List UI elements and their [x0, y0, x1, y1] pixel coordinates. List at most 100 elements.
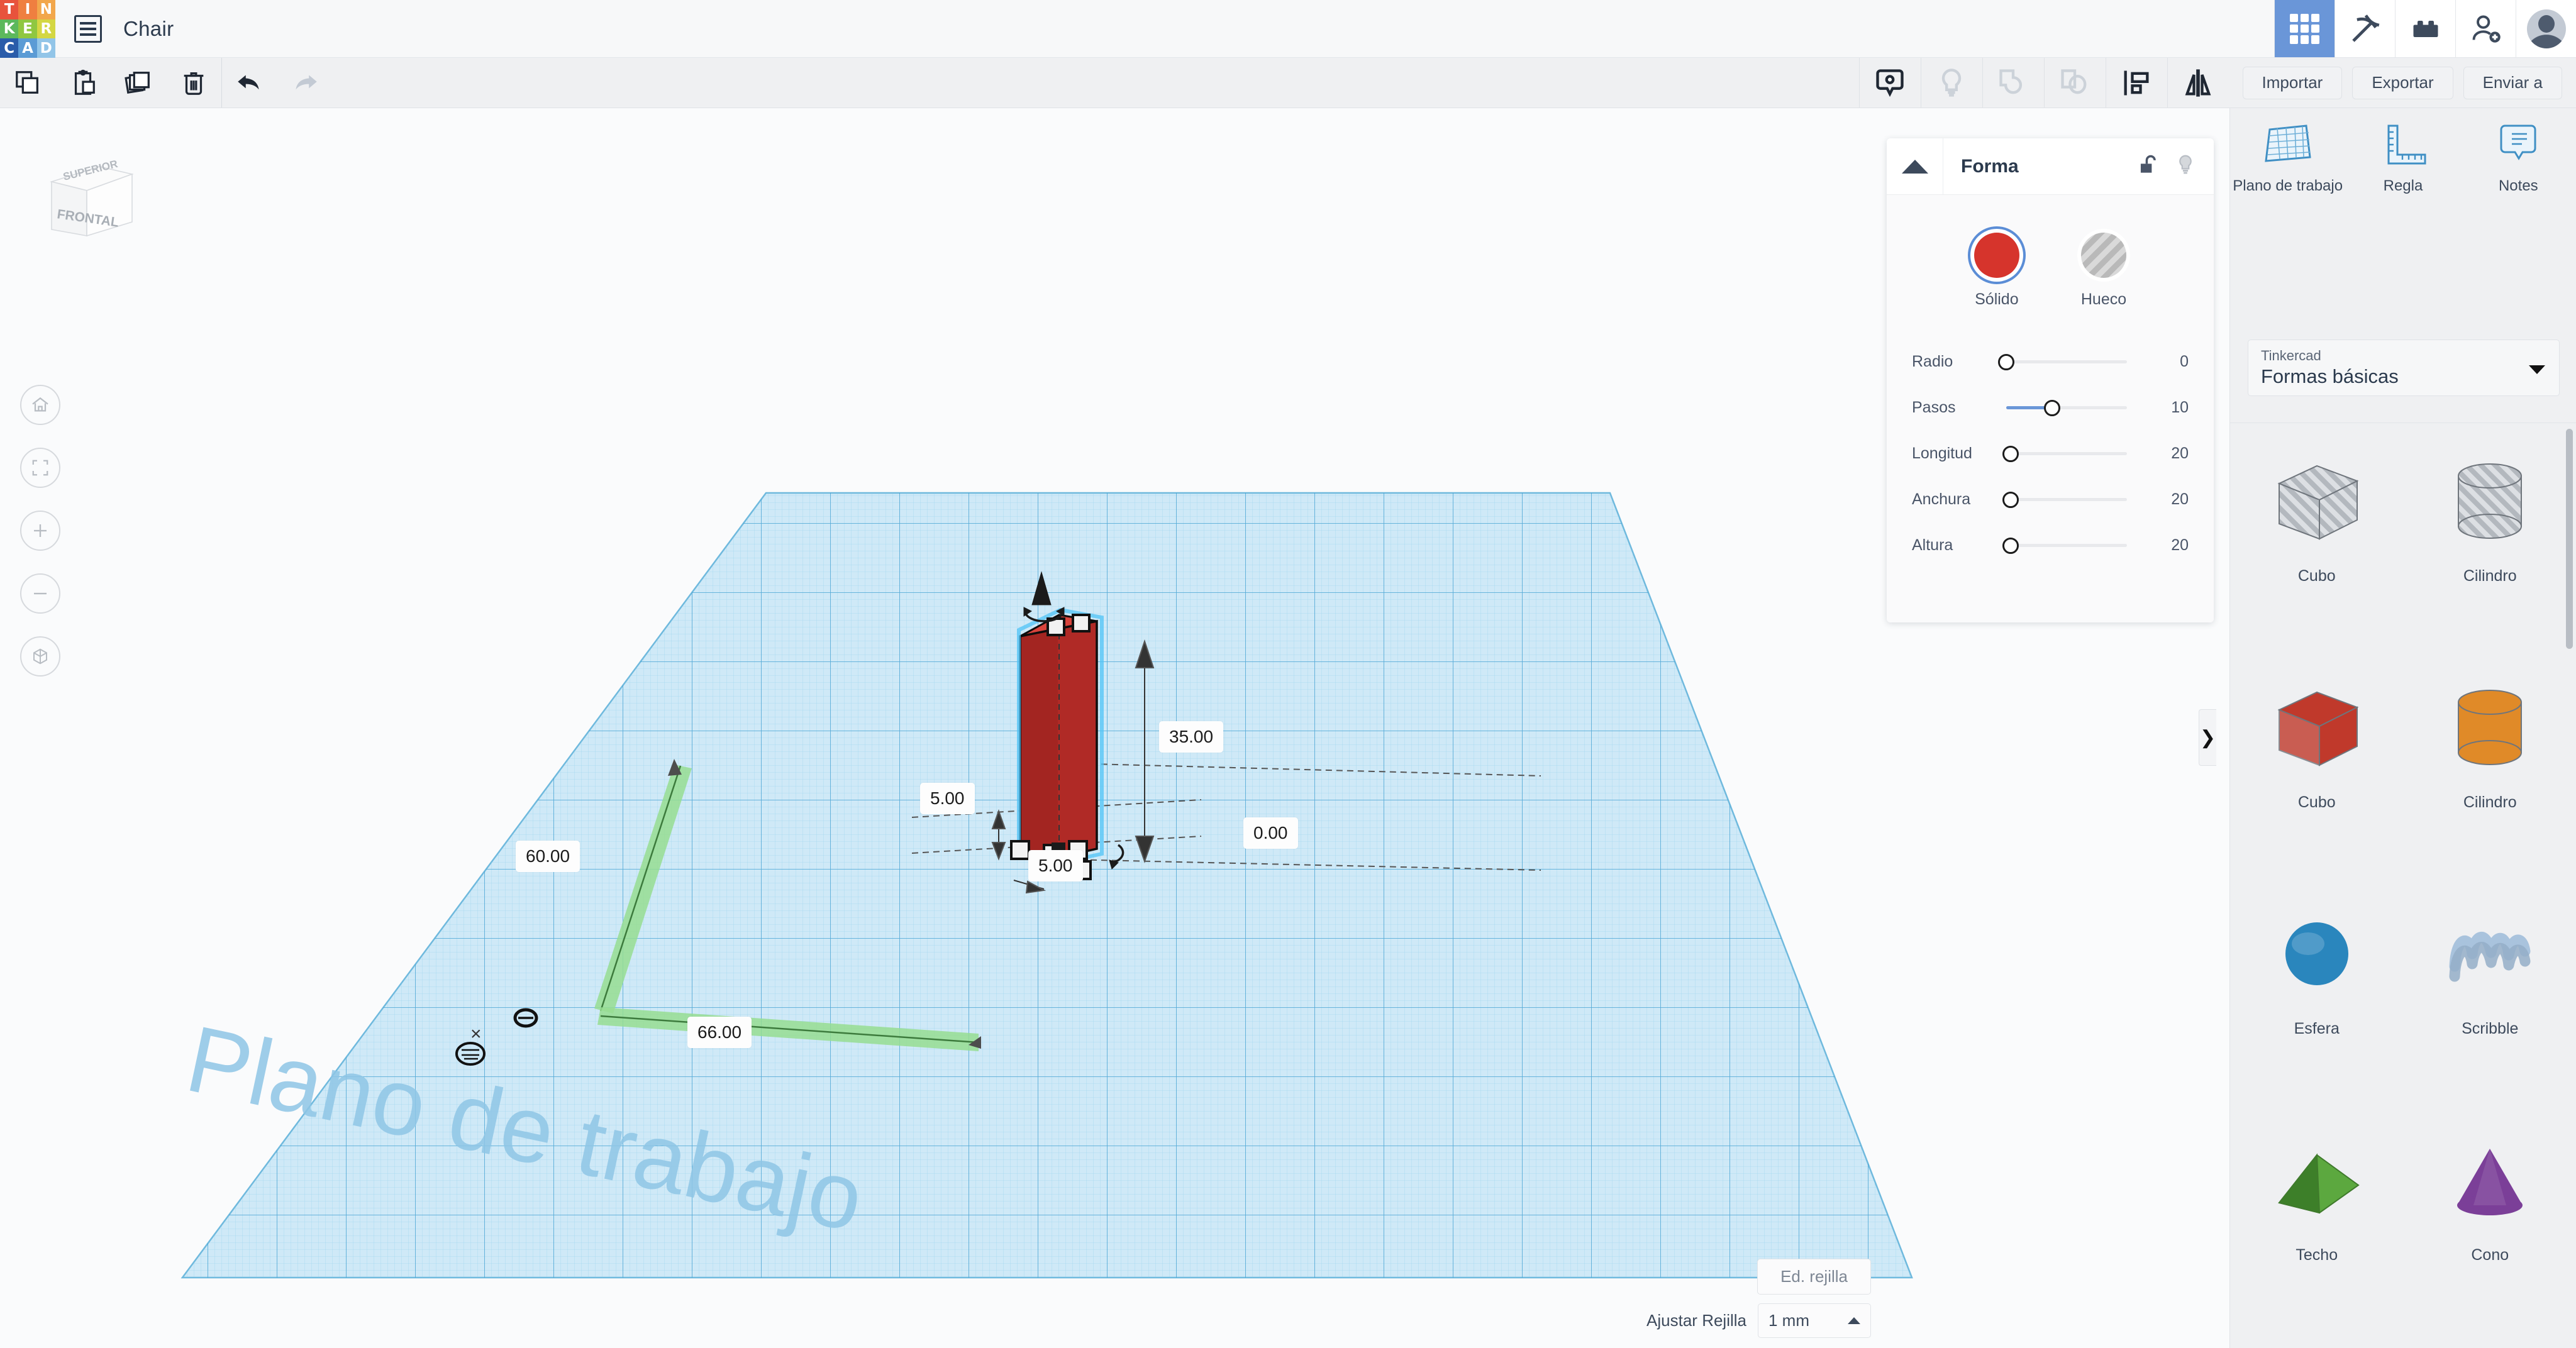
- radio-slider[interactable]: Radio 0: [1912, 339, 2189, 385]
- shape-cilindro-thumbnail: [2437, 680, 2543, 777]
- ortho-perspective-button[interactable]: [20, 636, 60, 677]
- notes-tool[interactable]: Notes: [2461, 108, 2576, 218]
- add-user-icon[interactable]: [2455, 0, 2516, 57]
- radio-slider-value: 0: [2180, 353, 2189, 370]
- apps-grid-icon[interactable]: [2274, 0, 2334, 57]
- notes-tool-label: Notes: [2498, 177, 2538, 194]
- action-buttons: Importar Exportar Enviar a: [2229, 58, 2576, 108]
- anchura-slider-knob[interactable]: [2002, 491, 2019, 508]
- shape-library-select[interactable]: Tinkercad Formas básicas: [2248, 340, 2560, 396]
- shape-techo-curvo[interactable]: Techo curvo: [2230, 1329, 2404, 1348]
- snap-grid-select[interactable]: 1 mm: [1758, 1303, 1871, 1338]
- shape-cilindro[interactable]: Cilindro: [2404, 649, 2576, 876]
- pickaxe-icon[interactable]: [2334, 0, 2395, 57]
- shape-inspector-panel: Forma Sólido Hueco Radio 0 Pasos 10 Long…: [1887, 138, 2214, 622]
- workplane-tool-label: Plano de trabajo: [2233, 177, 2343, 194]
- ungroup-button[interactable]: [2043, 58, 2106, 108]
- edit-grid-button[interactable]: Ed. rejilla: [1757, 1259, 1871, 1295]
- shape-techo[interactable]: Techo: [2230, 1102, 2404, 1329]
- shape-esfera[interactable]: Esfera: [2230, 876, 2404, 1102]
- import-button[interactable]: Importar: [2242, 66, 2343, 99]
- shape-scribble[interactable]: Scribble: [2404, 876, 2576, 1102]
- lego-brick-icon[interactable]: [2395, 0, 2455, 57]
- tinkercad-logo[interactable]: TINKERCAD: [0, 0, 55, 58]
- chevron-up-icon: [1901, 159, 1928, 174]
- pasos-slider-knob[interactable]: [2043, 399, 2060, 416]
- dimension-depth[interactable]: 5.00: [920, 783, 975, 814]
- solid-swatch-label: Sólido: [1975, 290, 2019, 308]
- longitud-slider[interactable]: Longitud 20: [1912, 431, 2189, 477]
- view-cube-icon[interactable]: SUPERIOR FRONTAL: [31, 155, 138, 250]
- zoom-in-button[interactable]: [20, 511, 60, 551]
- grid-controls: Ed. rejilla Ajustar Rejilla 1 mm: [1646, 1259, 1871, 1338]
- sidebar-collapse-tab[interactable]: ❯: [2199, 709, 2216, 766]
- dimension-height[interactable]: 35.00: [1159, 721, 1224, 753]
- view-cube[interactable]: SUPERIOR FRONTAL: [31, 155, 138, 253]
- copy-button[interactable]: [0, 58, 55, 108]
- shape-texto[interactable]: TEXTTEXTTexto: [2404, 1329, 2576, 1348]
- delete-button[interactable]: [166, 58, 221, 108]
- ruler-tool-label: Regla: [2383, 177, 2423, 194]
- dimension-width[interactable]: 5.00: [1028, 850, 1083, 881]
- paste-button[interactable]: [55, 58, 111, 108]
- workplane-tool[interactable]: Plano de trabajo: [2230, 108, 2345, 218]
- light-button[interactable]: [1920, 58, 1982, 108]
- longitud-slider-track[interactable]: [2002, 445, 2145, 463]
- anchura-slider-value: 20: [2171, 490, 2189, 508]
- library-source: Tinkercad: [2261, 348, 2321, 363]
- shape-cilindro-hole-label: Cilindro: [2463, 567, 2517, 585]
- pasos-slider-track[interactable]: [2006, 399, 2145, 417]
- shape-scribble-thumbnail: [2437, 906, 2543, 1003]
- grid-glyph: [2289, 13, 2320, 44]
- fit-view-button[interactable]: [20, 448, 60, 488]
- collapse-panel-button[interactable]: [1887, 138, 1943, 194]
- hole-swatch-label: Hueco: [2080, 290, 2127, 308]
- align-button[interactable]: [2105, 58, 2167, 108]
- top-bar: TINKERCAD Chair: [0, 0, 2576, 58]
- logo-tile-n: N: [36, 0, 55, 19]
- mirror-button[interactable]: [2167, 58, 2229, 108]
- redo-button[interactable]: [277, 58, 333, 108]
- solid-swatch[interactable]: Sólido: [1974, 233, 2019, 309]
- radio-slider-knob[interactable]: [1998, 353, 2014, 370]
- ruler-y-offset[interactable]: 60.00: [516, 841, 580, 872]
- logo-tile-a: A: [18, 38, 37, 58]
- pasos-slider[interactable]: Pasos 10: [1912, 385, 2189, 431]
- shape-cubo[interactable]: Cubo: [2230, 649, 2404, 876]
- radio-slider-track[interactable]: [1998, 353, 2145, 372]
- shape-panel-header-icons: [2136, 138, 2214, 194]
- shape-cubo-hole[interactable]: Cubo: [2230, 423, 2404, 649]
- design-list-button[interactable]: [55, 0, 102, 57]
- altura-slider[interactable]: Altura 20: [1912, 522, 2189, 568]
- object-tools: Importar Exportar Enviar a: [1858, 58, 2576, 108]
- export-button[interactable]: Exportar: [2352, 66, 2453, 99]
- send-to-button[interactable]: Enviar a: [2463, 66, 2562, 99]
- logo-tile-i: I: [18, 0, 37, 19]
- altura-slider-track[interactable]: [2002, 536, 2145, 555]
- anchura-slider[interactable]: Anchura 20: [1912, 477, 2189, 522]
- zoom-out-button[interactable]: [20, 573, 60, 614]
- avatar[interactable]: [2516, 0, 2576, 57]
- anchura-slider-track[interactable]: [2002, 490, 2145, 509]
- altura-slider-knob[interactable]: [2002, 537, 2019, 554]
- ruler-x-offset[interactable]: 66.00: [687, 1017, 752, 1048]
- shape-cilindro-hole[interactable]: Cilindro: [2404, 423, 2576, 649]
- shape-techo-thumbnail: [2264, 1132, 2370, 1230]
- topbar-right-icons: [2274, 0, 2576, 57]
- dimension-elevation[interactable]: 0.00: [1243, 817, 1298, 849]
- unlock-icon[interactable]: [2136, 153, 2160, 180]
- group-button[interactable]: [1982, 58, 2044, 108]
- hole-swatch[interactable]: Hueco: [2081, 233, 2126, 309]
- lightbulb-icon[interactable]: [2174, 153, 2197, 180]
- longitud-slider-label: Longitud: [1912, 445, 1972, 462]
- sidebar-scrollbar[interactable]: [2566, 429, 2573, 649]
- ruler-tool[interactable]: Regla: [2345, 108, 2460, 218]
- note-marker-button[interactable]: [1858, 58, 1921, 108]
- undo-button[interactable]: [222, 58, 277, 108]
- duplicate-button[interactable]: [111, 58, 166, 108]
- shape-cono[interactable]: Cono: [2404, 1102, 2576, 1329]
- home-view-button[interactable]: [20, 385, 60, 425]
- longitud-slider-knob[interactable]: [2002, 445, 2019, 462]
- anchura-slider-rail: [2006, 498, 2127, 501]
